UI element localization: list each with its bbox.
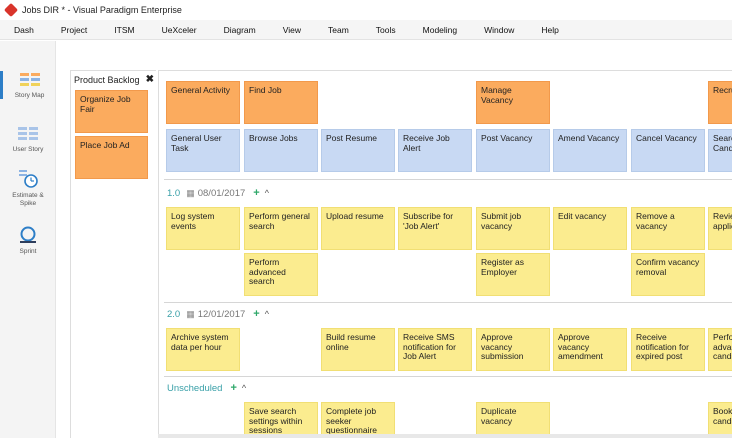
sprint-icon bbox=[20, 226, 36, 243]
release-number: Unscheduled bbox=[167, 382, 223, 394]
task-card[interactable]: General User Task bbox=[166, 129, 240, 172]
activity-card[interactable]: Manage Vacancy bbox=[476, 81, 550, 124]
menu-window[interactable]: Window bbox=[484, 25, 514, 35]
close-icon[interactable]: ✖ bbox=[146, 74, 154, 85]
story-card[interactable]: Archive system data per hour bbox=[166, 328, 240, 371]
task-card[interactable]: Amend Vacancy bbox=[553, 129, 627, 172]
release-header: 1.0 ▦ 08/01/2017 + ^ bbox=[167, 187, 269, 199]
menu-team[interactable]: Team bbox=[328, 25, 349, 35]
menu-help[interactable]: Help bbox=[541, 25, 558, 35]
menu-dash[interactable]: Dash bbox=[14, 25, 34, 35]
collapse-icon[interactable]: ^ bbox=[265, 309, 269, 319]
story-card[interactable]: Edit vacancy bbox=[553, 207, 627, 250]
tool-user-story[interactable]: User Story bbox=[0, 125, 56, 153]
story-card[interactable]: Confirm vacancy removal bbox=[631, 253, 705, 296]
story-card[interactable]: Receive notification for expired post bbox=[631, 328, 705, 371]
menu-diagram[interactable]: Diagram bbox=[224, 25, 256, 35]
story-card[interactable]: Remove a vacancy bbox=[631, 207, 705, 250]
release-number: 1.0 bbox=[167, 187, 181, 199]
activity-card[interactable]: General Activity bbox=[166, 81, 240, 124]
story-card[interactable]: Register as Employer bbox=[476, 253, 550, 296]
story-map-icon bbox=[19, 73, 40, 86]
estimate-clock-icon bbox=[19, 170, 38, 188]
collapse-icon[interactable]: ^ bbox=[242, 383, 246, 393]
title-bar: Jobs DIR * - Visual Paradigm Enterprise bbox=[0, 0, 732, 20]
menu-project[interactable]: Project bbox=[61, 25, 87, 35]
story-card[interactable]: Build resume online bbox=[321, 328, 395, 371]
left-toolbar: Story Map User Story Estimate & Spike Sp… bbox=[0, 41, 56, 438]
app-logo-icon bbox=[3, 2, 19, 18]
user-story-icon bbox=[18, 127, 38, 140]
task-card[interactable]: Search Candidates bbox=[708, 129, 732, 172]
release-separator bbox=[164, 376, 732, 377]
story-card[interactable]: Receive SMS notification for Job Alert bbox=[398, 328, 472, 371]
activity-card[interactable]: Recruit bbox=[708, 81, 732, 124]
horizontal-scrollbar[interactable] bbox=[158, 434, 732, 438]
backlog-title: Product Backlog bbox=[74, 75, 140, 85]
menu-itsm[interactable]: ITSM bbox=[114, 25, 134, 35]
release-header: 2.0 ▦ 12/01/2017 + ^ bbox=[167, 308, 269, 320]
tool-sprint[interactable]: Sprint bbox=[0, 225, 56, 255]
release-number: 2.0 bbox=[167, 308, 181, 320]
tool-story-map[interactable]: Story Map bbox=[0, 71, 56, 99]
story-card[interactable]: Submit job vacancy bbox=[476, 207, 550, 250]
collapse-icon[interactable]: ^ bbox=[265, 188, 269, 198]
activity-card[interactable]: Find Job bbox=[244, 81, 318, 124]
story-card[interactable]: Log system events bbox=[166, 207, 240, 250]
window-title: Jobs DIR * - Visual Paradigm Enterprise bbox=[22, 5, 182, 15]
task-card[interactable]: Browse Jobs bbox=[244, 129, 318, 172]
tool-estimate-spike[interactable]: Estimate & Spike bbox=[0, 169, 56, 208]
menu-uexceler[interactable]: UeXceler bbox=[162, 25, 197, 35]
task-card[interactable]: Post Vacancy bbox=[476, 129, 550, 172]
backlog-card[interactable]: Place Job Ad bbox=[75, 136, 148, 179]
menu-modeling[interactable]: Modeling bbox=[423, 25, 458, 35]
release-separator bbox=[164, 302, 732, 303]
tool-label: User Story bbox=[12, 146, 44, 153]
story-card[interactable]: Subscribe for 'Job Alert' bbox=[398, 207, 472, 250]
story-card[interactable]: Perform advanced candidates bbox=[708, 328, 732, 371]
story-card[interactable]: Approve vacancy amendment bbox=[553, 328, 627, 371]
task-card[interactable]: Post Resume bbox=[321, 129, 395, 172]
release-date: 08/01/2017 bbox=[197, 187, 246, 199]
story-card[interactable]: Approve vacancy submission bbox=[476, 328, 550, 371]
add-icon[interactable]: + bbox=[253, 187, 259, 199]
release-date: 12/01/2017 bbox=[197, 308, 246, 320]
story-card[interactable]: Duplicate vacancy bbox=[476, 402, 550, 438]
story-card[interactable]: Save search settings within sessions bbox=[244, 402, 318, 438]
calendar-icon: ▦ bbox=[186, 187, 195, 198]
story-card[interactable]: Upload resume bbox=[321, 207, 395, 250]
tool-label: Story Map bbox=[14, 92, 45, 99]
tool-label: Estimate & Spike bbox=[12, 192, 44, 207]
calendar-icon: ▦ bbox=[186, 308, 195, 319]
story-card[interactable]: Bookmark candidates bbox=[708, 402, 732, 438]
story-card[interactable]: Perform advanced search bbox=[244, 253, 318, 296]
story-card[interactable]: Perform general search bbox=[244, 207, 318, 250]
story-card[interactable]: Complete job seeker questionnaire bbox=[321, 402, 395, 438]
backlog-card[interactable]: Organize Job Fair bbox=[75, 90, 148, 133]
tool-label: Sprint bbox=[19, 248, 37, 255]
menu-view[interactable]: View bbox=[283, 25, 301, 35]
add-icon[interactable]: + bbox=[230, 382, 236, 394]
task-card[interactable]: Cancel Vacancy bbox=[631, 129, 705, 172]
release-header: Unscheduled + ^ bbox=[167, 382, 246, 394]
task-card[interactable]: Receive Job Alert bbox=[398, 129, 472, 172]
add-icon[interactable]: + bbox=[253, 308, 259, 320]
menu-bar: Dash Project ITSM UeXceler Diagram View … bbox=[0, 20, 732, 40]
story-card[interactable]: Review applicants bbox=[708, 207, 732, 250]
menu-tools[interactable]: Tools bbox=[376, 25, 396, 35]
release-separator bbox=[164, 179, 732, 180]
